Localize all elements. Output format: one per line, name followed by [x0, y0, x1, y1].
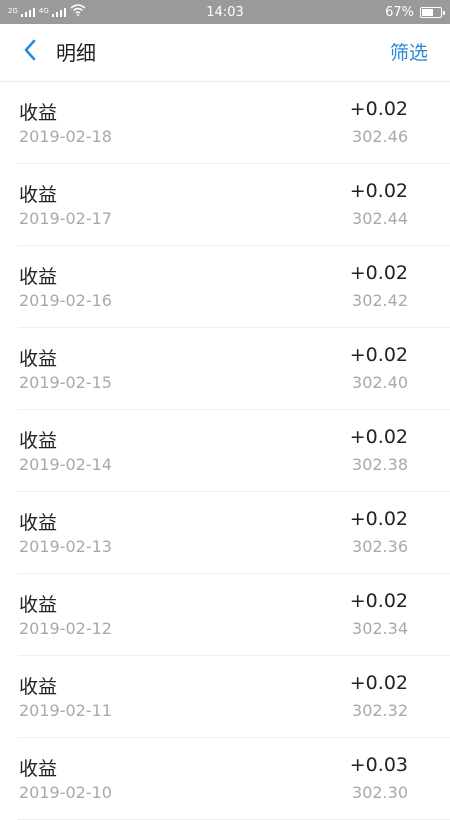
record-title: 收益 [19, 266, 58, 288]
battery-percent: 67% [385, 4, 414, 20]
sim1-label: 2G [8, 6, 18, 15]
back-button[interactable] [14, 36, 46, 68]
record-date: 2019-02-17 [19, 209, 112, 228]
record-amount: +0.02 [349, 262, 408, 284]
chevron-left-icon [23, 39, 37, 65]
list-item[interactable]: 收益 2019-02-10 +0.03 302.30 [18, 738, 450, 820]
record-amount: +0.02 [349, 180, 408, 202]
list-item[interactable]: 收益 2019-02-16 +0.02 302.42 [18, 246, 450, 328]
record-date: 2019-02-10 [19, 783, 112, 802]
record-amount: +0.02 [349, 590, 408, 612]
record-balance: 302.44 [352, 209, 408, 228]
record-title: 收益 [19, 102, 58, 124]
record-balance: 302.42 [352, 291, 408, 310]
record-title: 收益 [19, 348, 58, 370]
record-amount: +0.02 [349, 426, 408, 448]
record-date: 2019-02-14 [19, 455, 112, 474]
sim2-signal-icon: 4G [38, 6, 66, 17]
record-balance: 302.36 [352, 537, 408, 556]
nav-bar: 明细 筛选 [0, 24, 450, 82]
status-bar: 2G 4G 14:03 67% [0, 0, 450, 24]
battery-fill [422, 8, 434, 16]
record-balance: 302.46 [352, 127, 408, 146]
battery-icon [420, 6, 445, 18]
record-balance: 302.34 [352, 619, 408, 638]
filter-button[interactable]: 筛选 [390, 24, 428, 82]
record-title: 收益 [19, 676, 58, 698]
record-amount: +0.02 [349, 344, 408, 366]
record-balance: 302.30 [352, 783, 408, 802]
list-item[interactable]: 收益 2019-02-18 +0.02 302.46 [18, 82, 450, 164]
record-date: 2019-02-18 [19, 127, 112, 146]
record-date: 2019-02-12 [19, 619, 112, 638]
record-title: 收益 [19, 594, 58, 616]
list-item[interactable]: 收益 2019-02-12 +0.02 302.34 [18, 574, 450, 656]
list-item[interactable]: 收益 2019-02-15 +0.02 302.40 [18, 328, 450, 410]
record-title: 收益 [19, 430, 58, 452]
record-amount: +0.03 [349, 754, 408, 776]
sim2-label: 4G [38, 6, 49, 15]
record-date: 2019-02-11 [19, 701, 112, 720]
record-amount: +0.02 [349, 508, 408, 530]
record-amount: +0.02 [349, 98, 408, 120]
record-balance: 302.32 [352, 701, 408, 720]
list-item[interactable]: 收益 2019-02-11 +0.02 302.32 [18, 656, 450, 738]
record-title: 收益 [19, 512, 58, 534]
record-balance: 302.38 [352, 455, 408, 474]
list-item[interactable]: 收益 2019-02-17 +0.02 302.44 [18, 164, 450, 246]
record-date: 2019-02-13 [19, 537, 112, 556]
list-item[interactable]: 收益 2019-02-13 +0.02 302.36 [18, 492, 450, 574]
record-balance: 302.40 [352, 373, 408, 392]
page-title: 明细 [56, 41, 96, 65]
record-date: 2019-02-16 [19, 291, 112, 310]
record-title: 收益 [19, 184, 58, 206]
record-date: 2019-02-15 [19, 373, 112, 392]
record-title: 收益 [19, 758, 58, 780]
status-right: 67% [322, 4, 445, 20]
wifi-icon [70, 4, 86, 20]
list-item[interactable]: 收益 2019-02-14 +0.02 302.38 [18, 410, 450, 492]
status-left: 2G 4G [8, 4, 128, 20]
sim1-signal-icon: 2G [8, 6, 35, 17]
record-amount: +0.02 [349, 672, 408, 694]
status-time: 14:03 [206, 4, 244, 20]
record-list: 收益 2019-02-18 +0.02 302.46 收益 2019-02-17… [0, 82, 450, 820]
